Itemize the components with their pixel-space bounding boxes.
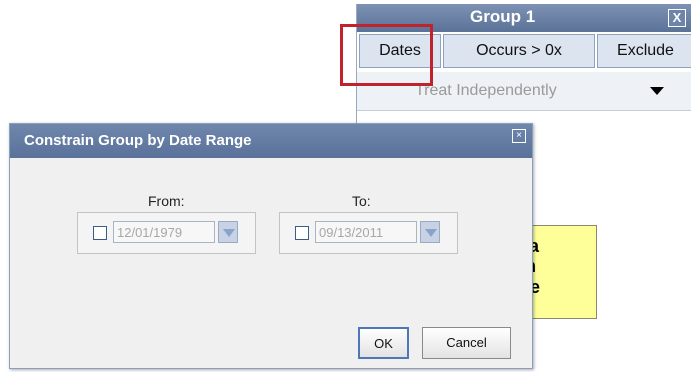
group-close-icon[interactable]: X	[668, 9, 686, 27]
from-date-field[interactable]: 12/01/1979	[113, 221, 215, 243]
ok-button[interactable]: OK	[358, 327, 409, 359]
to-date-group: 09/13/2011	[279, 212, 458, 254]
group-title: Group 1	[470, 7, 536, 26]
date-range-dialog: Constrain Group by Date Range × From: To…	[9, 123, 533, 369]
exclude-button[interactable]: Exclude	[597, 34, 691, 68]
occurs-button[interactable]: Occurs > 0x	[443, 34, 595, 68]
treat-dropdown-label: Treat Independently	[415, 82, 557, 99]
to-label: To:	[352, 193, 371, 209]
to-enable-checkbox[interactable]	[295, 226, 309, 240]
from-date-group: 12/01/1979	[77, 212, 256, 254]
from-label: From:	[148, 193, 185, 209]
chevron-down-icon	[425, 229, 437, 237]
dialog-title-bar: Constrain Group by Date Range ×	[10, 124, 532, 158]
to-date-field[interactable]: 09/13/2011	[315, 221, 417, 243]
chevron-down-icon	[650, 87, 664, 95]
dialog-title: Constrain Group by Date Range	[24, 132, 252, 149]
dates-highlight-box	[340, 24, 433, 86]
from-date-picker-button[interactable]	[218, 221, 238, 243]
chevron-down-icon	[223, 229, 235, 237]
from-enable-checkbox[interactable]	[93, 226, 107, 240]
to-date-picker-button[interactable]	[420, 221, 440, 243]
cancel-button[interactable]: Cancel	[422, 327, 511, 359]
close-icon[interactable]: ×	[512, 129, 526, 143]
